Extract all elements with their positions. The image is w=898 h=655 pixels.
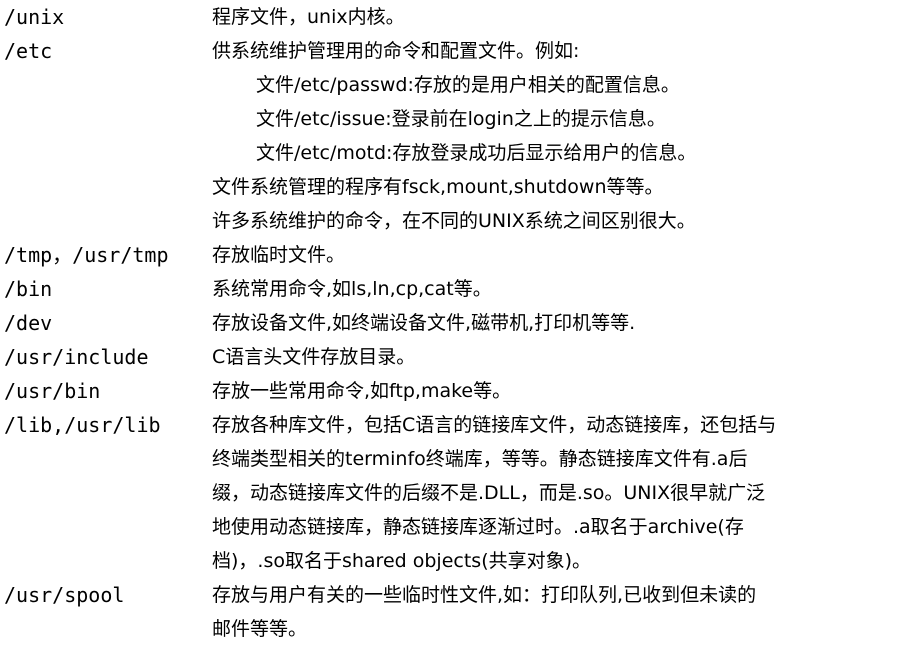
description-line: 存放设备文件,如终端设备文件,磁带机,打印机等等. [212,312,636,334]
path-description: 存放设备文件,如终端设备文件,磁带机,打印机等等. [212,306,862,340]
path-label: /bin [4,277,53,301]
description-line: 系统常用命令,如ls,ln,cp,cat等。 [212,278,492,300]
description-line: C语言头文件存放目录。 [212,346,416,368]
path-description: 供系统维护管理用的命令和配置文件。例如: 文件/etc/passwd:存放的是用… [212,34,862,238]
description-line: 程序文件，unix内核。 [212,6,405,28]
description-line-example: 文件/etc/passwd:存放的是用户相关的配置信息。 [256,74,680,96]
entry-usr-spool: /usr/spool 存放与用户有关的一些临时性文件,如：打印队列,已收到但未读… [0,578,898,646]
entry-unix: /unix 程序文件，unix内核。 [0,0,898,34]
description-line-example: 文件/etc/issue:登录前在login之上的提示信息。 [256,108,666,130]
description-line: 邮件等等。 [212,618,308,640]
description-line: 存放各种库文件，包括C语言的链接库文件，动态链接库，还包括与 [212,414,777,436]
description-line: 文件系统管理的程序有fsck,mount,shutdown等等。 [212,176,664,198]
path-description: 存放与用户有关的一些临时性文件,如：打印队列,已收到但未读的 邮件等等。 [212,578,862,646]
path-label: /unix [4,5,65,29]
entry-tmp: /tmp，/usr/tmp 存放临时文件。 [0,238,898,272]
path-label: /usr/spool [4,583,125,607]
entry-bin: /bin 系统常用命令,如ls,ln,cp,cat等。 [0,272,898,306]
path-description: 存放临时文件。 [212,238,862,272]
path-description: 系统常用命令,如ls,ln,cp,cat等。 [212,272,862,306]
path-description: 存放一些常用命令,如ftp,make等。 [212,374,862,408]
path-label: /usr/bin [4,379,101,403]
path-label: /etc [4,39,53,63]
description-line: 缀，动态链接库文件的后缀不是.DLL，而是.so。UNIX很早就广泛 [212,482,766,504]
description-line: 许多系统维护的命令，在不同的UNIX系统之间区别很大。 [212,210,696,232]
description-line: 存放临时文件。 [212,244,346,266]
description-line: 档)，.so取名于shared objects(共享对象)。 [212,550,592,572]
path-label: /tmp，/usr/tmp [4,243,169,267]
path-description: 存放各种库文件，包括C语言的链接库文件，动态链接库，还包括与 终端类型相关的te… [212,408,862,578]
description-line-example: 文件/etc/motd:存放登录成功后显示给用户的信息。 [256,142,697,164]
entry-dev: /dev 存放设备文件,如终端设备文件,磁带机,打印机等等. [0,306,898,340]
entry-usr-bin: /usr/bin 存放一些常用命令,如ftp,make等。 [0,374,898,408]
description-line: 终端类型相关的terminfo终端库，等等。静态链接库文件有.a后 [212,448,748,470]
entry-etc: /etc 供系统维护管理用的命令和配置文件。例如: 文件/etc/passwd:… [0,34,898,238]
path-label: /lib,/usr/lib [4,413,161,437]
description-line: 存放一些常用命令,如ftp,make等。 [212,380,512,402]
path-label: /dev [4,311,53,335]
entry-lib: /lib,/usr/lib 存放各种库文件，包括C语言的链接库文件，动态链接库，… [0,408,898,578]
path-label: /usr/include [4,345,149,369]
entry-usr-include: /usr/include C语言头文件存放目录。 [0,340,898,374]
directory-description-document: /unix 程序文件，unix内核。 /etc 供系统维护管理用的命令和配置文件… [0,0,898,655]
description-line: 地使用动态链接库，静态链接库逐渐过时。.a取名于archive(存 [212,516,744,538]
path-description: C语言头文件存放目录。 [212,340,862,374]
path-description: 程序文件，unix内核。 [212,0,862,34]
description-line: 供系统维护管理用的命令和配置文件。例如: [212,40,580,62]
description-line: 存放与用户有关的一些临时性文件,如：打印队列,已收到但未读的 [212,584,757,606]
